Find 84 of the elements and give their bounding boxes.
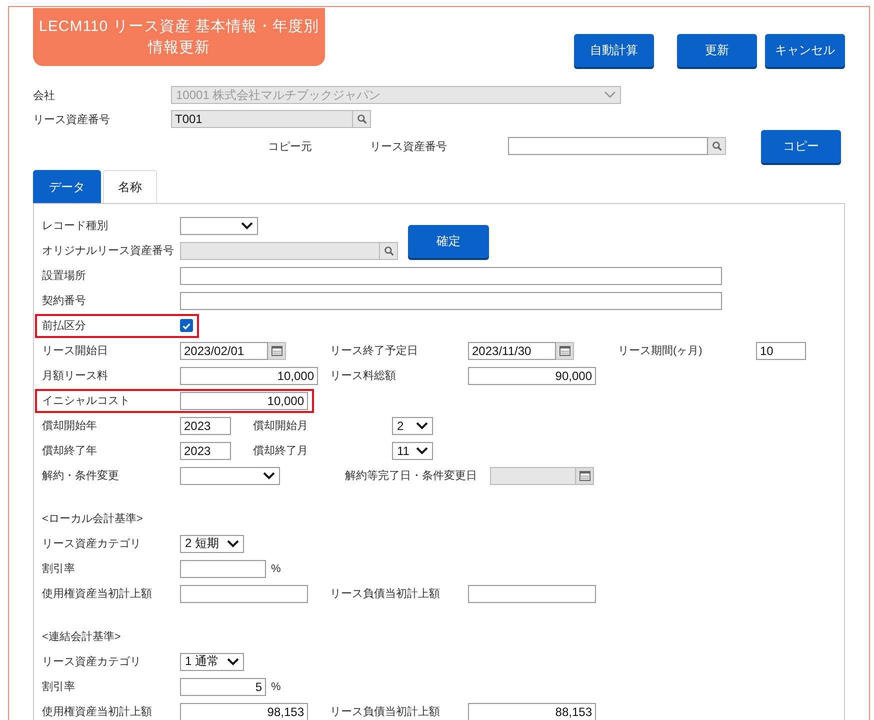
year-field[interactable]: 2023 — [180, 442, 231, 460]
field-label: リース負債当初計上額 — [330, 704, 440, 719]
search-button[interactable] — [380, 242, 398, 260]
chevron-icon — [263, 472, 275, 480]
chevron-icon — [604, 91, 616, 99]
field-label: リース資産カテゴリ — [42, 654, 141, 669]
unit-label: % — [271, 680, 281, 692]
initial-cost-field[interactable]: 10,000 — [180, 392, 308, 410]
amount-field[interactable]: 88,153 — [468, 702, 596, 720]
field-label: リース料総額 — [330, 368, 396, 383]
action-button[interactable]: キャンセル — [765, 34, 845, 67]
contract-number-field[interactable] — [180, 292, 722, 310]
field-label: 償却終了年 — [42, 444, 97, 458]
field-label: オリジナルリース資産番号 — [42, 244, 174, 258]
amount-field[interactable] — [180, 584, 308, 602]
chevron-icon — [227, 658, 239, 666]
field-label: 償却終了月 — [253, 444, 308, 458]
field-label: 償却開始月 — [253, 419, 308, 433]
discount-rate-field[interactable] — [180, 560, 266, 578]
field-label: レコード種別 — [42, 219, 108, 233]
month-dropdown[interactable]: 2 — [392, 416, 433, 434]
calendar-icon[interactable] — [556, 342, 574, 360]
chevron-icon — [241, 222, 253, 230]
location-field[interactable] — [180, 266, 722, 284]
section-heading: <連結会計基準> — [42, 630, 121, 644]
field-label: 会社 — [33, 88, 56, 102]
amount-field[interactable]: 98,153 — [180, 702, 308, 720]
chevron-icon — [227, 540, 239, 548]
chevron-icon — [416, 446, 428, 454]
discount-rate-field[interactable]: 5 — [180, 678, 266, 696]
monthly-fee-field[interactable]: 10,000 — [180, 366, 318, 384]
field-label: 月額リース料 — [42, 368, 108, 383]
field-label: 使用権資産当初計上額 — [42, 586, 152, 601]
field-label: 契約番号 — [42, 294, 86, 308]
calendar-icon[interactable] — [576, 466, 594, 484]
category-dropdown[interactable]: 1 通常 — [180, 652, 244, 670]
field-label: 設置場所 — [42, 269, 86, 283]
field-label: リース期間(ヶ月) — [618, 344, 702, 358]
field-label: リース資産番号 — [33, 112, 111, 126]
search-icon — [356, 114, 366, 124]
field-label: リース資産番号 — [370, 140, 448, 154]
action-button[interactable]: 更新 — [677, 34, 757, 67]
original-number-field[interactable] — [180, 242, 380, 260]
field-label: コピー元 — [268, 140, 313, 154]
search-button[interactable] — [353, 110, 371, 128]
field-label: リース負債当初計上額 — [330, 586, 440, 601]
page-title: LECM110 リース資産 基本情報・年度別情報更新 — [33, 8, 325, 66]
search-button[interactable] — [708, 137, 726, 155]
unit-label: % — [271, 562, 281, 574]
field-label: イニシャルコスト — [42, 394, 131, 408]
copy-source-field[interactable] — [508, 137, 708, 155]
field-label: リース開始日 — [42, 344, 108, 358]
category-dropdown[interactable]: 2 短期 — [180, 534, 244, 552]
section-heading: <ローカル会計基準> — [42, 512, 143, 526]
checkbox[interactable] — [180, 319, 193, 332]
field-label: 使用権資産当初計上額 — [42, 704, 152, 719]
field-label: リース終了予定日 — [330, 344, 418, 358]
record-type-dropdown[interactable] — [180, 216, 258, 234]
field-label: リース資産カテゴリ — [42, 536, 141, 551]
tab[interactable]: 名称 — [103, 170, 157, 203]
search-icon — [712, 141, 722, 151]
asset-number-field[interactable]: T001 — [171, 110, 353, 128]
chevron-icon — [416, 422, 428, 430]
calendar-icon[interactable] — [268, 342, 286, 360]
lease-period-field[interactable]: 10 — [756, 342, 806, 360]
field-label: 解約・条件変更 — [42, 468, 119, 483]
amount-field[interactable] — [468, 584, 596, 602]
field-label: 割引率 — [42, 562, 75, 576]
date-field[interactable]: 2023/02/01 — [180, 342, 268, 360]
copy-button[interactable]: コピー — [761, 130, 841, 162]
month-dropdown[interactable]: 11 — [392, 442, 433, 460]
action-button[interactable]: 自動計算 — [574, 34, 654, 67]
tab[interactable]: データ — [33, 170, 101, 203]
date-field[interactable]: 2023/11/30 — [468, 342, 556, 360]
field-label: 前払区分 — [42, 319, 87, 333]
date-field[interactable] — [490, 466, 576, 484]
search-icon — [384, 246, 394, 256]
field-label: 割引率 — [42, 680, 75, 694]
termination-dropdown[interactable] — [180, 466, 280, 484]
field-label: 償却開始年 — [42, 419, 97, 433]
total-fee-field[interactable]: 90,000 — [468, 366, 596, 384]
year-field[interactable]: 2023 — [180, 416, 231, 434]
confirm-button[interactable]: 確定 — [408, 225, 489, 258]
field-label: 解約等完了日・条件変更日 — [345, 468, 477, 483]
